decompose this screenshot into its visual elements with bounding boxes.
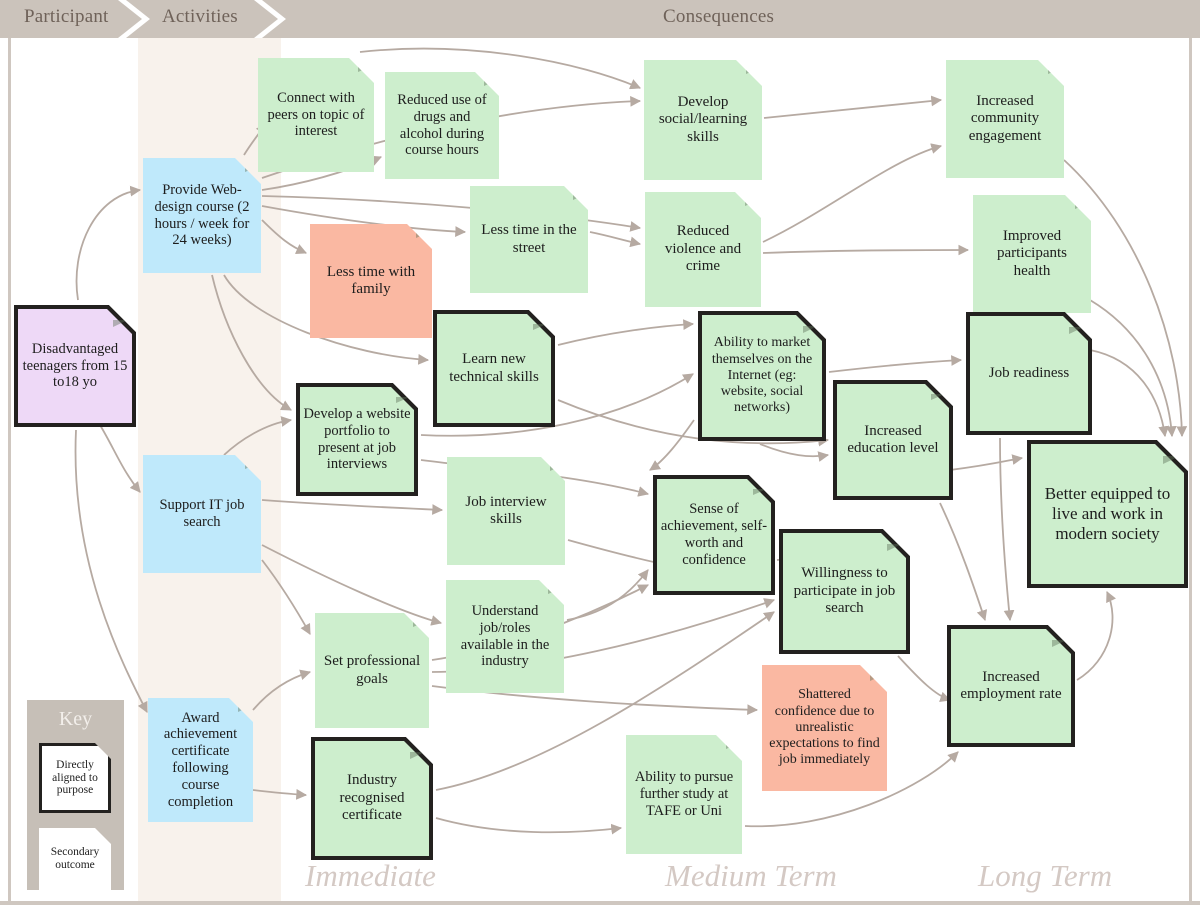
term-label-immediate: Immediate bbox=[305, 858, 436, 893]
arrow-less-time-in-the-street-to-reduced-violence-and-crime bbox=[589, 231, 642, 248]
card-sense-of-achievement[interactable]: Sense of achievement, self-worth and con… bbox=[653, 475, 775, 595]
arrow-job-readiness-to-increased-employment-rate bbox=[999, 437, 1015, 622]
arrow-provide-web-design-course-to-develop-a-website-portfolio bbox=[211, 274, 292, 411]
card-shattered-confidence[interactable]: Shattered confidence due to unrealistic … bbox=[762, 665, 887, 791]
card-label: Reduced violence and crime bbox=[664, 223, 742, 275]
card-ability-to-pursue-further-study[interactable]: Ability to pursue further study at TAFE … bbox=[626, 735, 742, 854]
card-label: Award achievement certificate following … bbox=[163, 709, 238, 810]
card-label: Increased education level bbox=[847, 422, 939, 456]
arrow-reduced-violence-and-crime-to-increased-community-engagement bbox=[762, 143, 943, 243]
arrow-increased-education-level-to-increased-employment-rate bbox=[939, 502, 988, 622]
card-label: Disadvantaged teenagers from 15 to18 yo bbox=[22, 340, 128, 391]
card-provide-web-design-course[interactable]: Provide Web-design course (2 hours / wee… bbox=[143, 158, 261, 273]
card-job-interview-skills[interactable]: Job interview skills bbox=[447, 457, 565, 565]
card-award-achievement-certificate[interactable]: Award achievement certificate following … bbox=[148, 698, 253, 822]
arrow-support-it-job-search-to-set-professional-goals bbox=[261, 559, 311, 635]
card-job-readiness[interactable]: Job readiness bbox=[966, 312, 1092, 435]
arrow-learn-new-technical-skills-to-ability-to-market-themselves bbox=[557, 319, 695, 346]
arrow-support-it-job-search-to-understand-job-roles bbox=[261, 544, 443, 626]
arrow-increased-employment-rate-to-better-equipped bbox=[1076, 591, 1116, 681]
card-develop-social-learning-skills[interactable]: Develop social/learning skills bbox=[644, 60, 762, 180]
term-label-long-term: Long Term bbox=[978, 858, 1113, 893]
card-label: Less time in the street bbox=[481, 222, 577, 256]
card-label: Improved participants health bbox=[997, 227, 1067, 279]
arrow-participant-to-support-it-job-search bbox=[99, 424, 141, 493]
arrow-job-readiness-to-better-equipped bbox=[1089, 349, 1170, 438]
card-willingness-to-participate[interactable]: Willingness to participate in job search bbox=[779, 529, 910, 654]
card-label: Understand job/roles available in the in… bbox=[460, 602, 550, 670]
card-label: Industry recognised certificate bbox=[339, 772, 405, 824]
arrow-participant-to-award-achievement-certificate bbox=[74, 429, 148, 713]
card-label: Sense of achievement, self-worth and con… bbox=[660, 501, 768, 568]
arrow-reduced-violence-and-crime-to-improved-participants-health bbox=[762, 244, 970, 256]
arrow-industry-recognised-certificate-to-ability-to-pursue-further-study bbox=[435, 817, 623, 835]
arrow-provide-web-design-course-to-less-time-with-family bbox=[261, 219, 307, 255]
card-label: Job interview skills bbox=[465, 493, 547, 527]
arrow-ability-to-market-themselves-to-sense-of-achievement bbox=[649, 419, 695, 471]
key-title: Key bbox=[58, 708, 93, 730]
card-reduced-use-of-drugs[interactable]: Reduced use of drugs and alcohol during … bbox=[385, 72, 499, 179]
card-label: Increased employment rate bbox=[960, 668, 1062, 702]
card-label: Set professional goals bbox=[323, 653, 421, 687]
card-label: Learn new technical skills bbox=[449, 351, 539, 385]
arrow-support-it-job-search-to-job-interview-skills bbox=[261, 499, 444, 515]
card-label: Willingness to participate in job search bbox=[793, 565, 896, 617]
card-industry-recognised-certificate[interactable]: Industry recognised certificate bbox=[311, 737, 433, 860]
card-label: Reduced use of drugs and alcohol during … bbox=[397, 91, 487, 159]
arrow-increased-education-level-to-better-equipped bbox=[949, 454, 1024, 471]
card-label: Ability to pursue further study at TAFE … bbox=[634, 769, 734, 819]
arrow-willingness-to-participate-to-increased-employment-rate bbox=[897, 655, 952, 703]
card-reduced-violence-and-crime[interactable]: Reduced violence and crime bbox=[645, 192, 761, 307]
card-better-equipped[interactable]: Better equipped to live and work in mode… bbox=[1027, 440, 1188, 588]
card-label: Connect with peers on topic of interest bbox=[267, 89, 365, 140]
card-increased-community-engagement[interactable]: Increased community engagement bbox=[946, 60, 1064, 178]
card-set-professional-goals[interactable]: Set professional goals bbox=[315, 613, 429, 728]
arrow-ability-to-market-themselves-to-increased-education-level bbox=[759, 443, 830, 462]
card-label: Develop a website portfolio to present a… bbox=[303, 405, 411, 473]
card-label: Job readiness bbox=[988, 364, 1070, 381]
card-learn-new-technical-skills[interactable]: Learn new technical skills bbox=[433, 310, 555, 427]
card-label: Develop social/learning skills bbox=[658, 93, 748, 145]
card-label: Increased community engagement bbox=[968, 92, 1042, 144]
card-label: Less time with family bbox=[326, 263, 416, 297]
card-less-time-in-the-street[interactable]: Less time in the street bbox=[470, 186, 588, 293]
key-legend-box: Key Directly aligned to purpose Secondary… bbox=[27, 700, 124, 890]
arrow-understand-job-roles-to-sense-of-achievement bbox=[566, 569, 649, 621]
card-develop-a-website-portfolio[interactable]: Develop a website portfolio to present a… bbox=[296, 383, 418, 496]
card-ability-to-market-themselves[interactable]: Ability to market themselves on the Inte… bbox=[698, 311, 826, 441]
card-label: Ability to market themselves on the Inte… bbox=[711, 335, 813, 416]
arrow-award-achievement-certificate-to-set-professional-goals bbox=[252, 669, 312, 711]
card-less-time-with-family[interactable]: Less time with family bbox=[310, 224, 432, 338]
card-label: Support IT job search bbox=[159, 497, 245, 530]
theory-of-change-diagram: Participant Activities Consequences Disadv… bbox=[0, 0, 1200, 912]
card-increased-employment-rate[interactable]: Increased employment rate bbox=[947, 625, 1075, 747]
card-improved-participants-health[interactable]: Improved participants health bbox=[973, 195, 1091, 313]
card-increased-education-level[interactable]: Increased education level bbox=[833, 380, 953, 500]
arrow-support-it-job-search-to-develop-a-website-portfolio bbox=[223, 416, 293, 456]
arrow-participant-to-provide-web-design-course bbox=[75, 185, 142, 301]
card-participant[interactable]: Disadvantaged teenagers from 15 to18 yo bbox=[14, 305, 136, 427]
key-item-secondary-outcome: Secondary outcome bbox=[39, 828, 111, 890]
arrow-ability-to-market-themselves-to-job-readiness bbox=[828, 355, 963, 373]
card-label: Shattered confidence due to unrealistic … bbox=[769, 687, 880, 768]
key-item-label: Secondary outcome bbox=[50, 846, 100, 871]
arrow-develop-social-learning-skills-to-increased-community-engagement bbox=[763, 95, 943, 119]
card-understand-job-roles[interactable]: Understand job/roles available in the in… bbox=[446, 580, 564, 693]
key-item-label: Directly aligned to purpose bbox=[52, 758, 98, 797]
key-item-directly-aligned: Directly aligned to purpose bbox=[39, 743, 111, 813]
card-label: Provide Web-design course (2 hours / wee… bbox=[154, 181, 250, 249]
card-label: Better equipped to live and work in mode… bbox=[1044, 484, 1171, 543]
card-fold-corner bbox=[396, 397, 410, 403]
arrow-award-achievement-certificate-to-industry-recognised-certificate bbox=[252, 789, 308, 800]
card-connect-with-peers[interactable]: Connect with peers on topic of interest bbox=[258, 58, 374, 172]
term-label-medium-term: Medium Term bbox=[665, 858, 837, 893]
card-support-it-job-search[interactable]: Support IT job search bbox=[143, 455, 261, 573]
